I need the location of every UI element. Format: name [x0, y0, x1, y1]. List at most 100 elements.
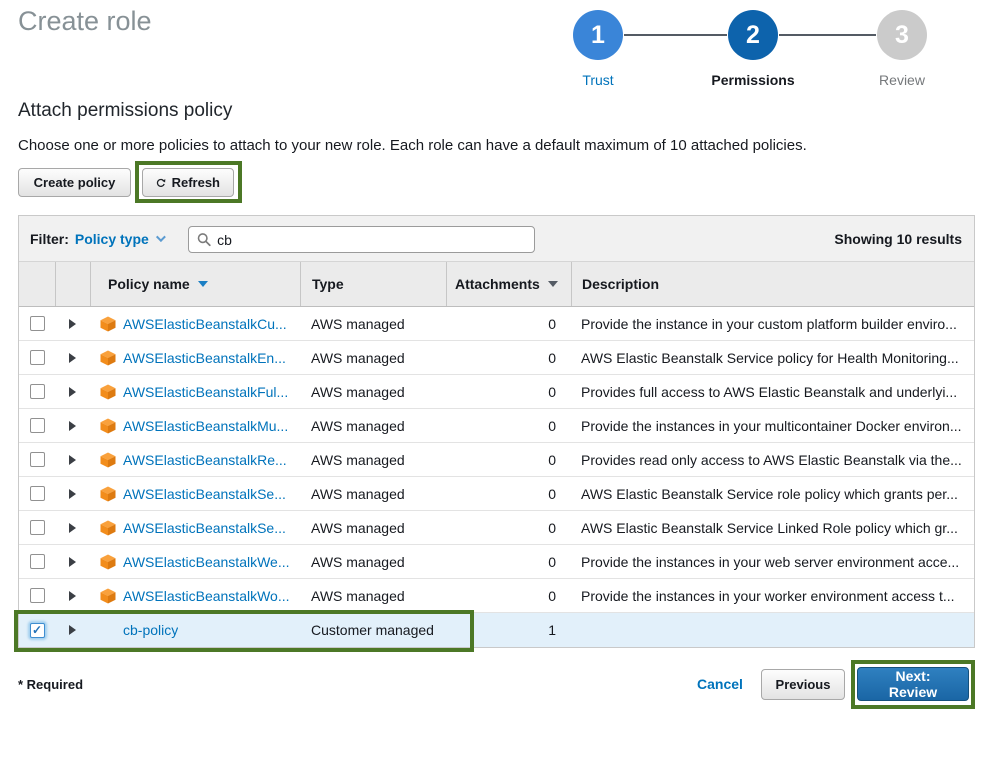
row-checkbox[interactable] [30, 452, 45, 467]
policy-name-link[interactable]: AWSElasticBeanstalkMu... [123, 418, 288, 434]
policy-name-link[interactable]: AWSElasticBeanstalkSe... [123, 520, 286, 536]
table-row[interactable]: cb-policy Customer managed 1 [19, 613, 974, 647]
column-label: Description [582, 276, 659, 292]
row-checkbox[interactable] [30, 623, 45, 638]
policy-description: AWS Elastic Beanstalk Service policy for… [571, 341, 974, 374]
policy-name-link[interactable]: AWSElasticBeanstalkWo... [123, 588, 290, 604]
step-number: 2 [746, 21, 760, 50]
table-row[interactable]: AWSElasticBeanstalkWo... AWS managed 0 P… [19, 579, 974, 613]
refresh-label: Refresh [172, 175, 220, 190]
expand-arrow-icon[interactable] [69, 591, 76, 601]
expand-arrow-icon[interactable] [69, 489, 76, 499]
policy-name-link[interactable]: AWSElasticBeanstalkSe... [123, 486, 286, 502]
policy-type: AWS managed [300, 307, 446, 340]
expand-arrow-icon[interactable] [69, 353, 76, 363]
expand-arrow-icon[interactable] [69, 523, 76, 533]
table-body: AWSElasticBeanstalkCu... AWS managed 0 P… [19, 307, 974, 647]
sort-down-icon [198, 281, 208, 287]
row-checkbox[interactable] [30, 486, 45, 501]
page-title: Create role [18, 6, 152, 37]
table-row[interactable]: AWSElasticBeanstalkFul... AWS managed 0 … [19, 375, 974, 409]
policy-type: Customer managed [300, 613, 446, 647]
attachments-count: 0 [446, 579, 571, 612]
row-checkbox[interactable] [30, 588, 45, 603]
step-label-permissions: Permissions [711, 72, 794, 88]
search-input[interactable] [217, 232, 526, 248]
row-checkbox[interactable] [30, 520, 45, 535]
policy-type: AWS managed [300, 375, 446, 408]
policy-cube-icon [100, 452, 116, 468]
column-header-attachments[interactable]: Attachments [446, 262, 571, 306]
sort-down-icon [548, 281, 558, 287]
policy-name-link[interactable]: AWSElasticBeanstalkFul... [123, 384, 288, 400]
policy-type: AWS managed [300, 579, 446, 612]
attachments-count: 0 [446, 511, 571, 544]
policy-name-link[interactable]: AWSElasticBeanstalkCu... [123, 316, 287, 332]
policy-cube-icon [100, 486, 116, 502]
expand-arrow-icon[interactable] [69, 625, 76, 635]
policy-description: Provides full access to AWS Elastic Bean… [571, 375, 974, 408]
row-checkbox[interactable] [30, 554, 45, 569]
attachments-count: 1 [446, 613, 571, 647]
policy-description [571, 613, 974, 647]
table-row[interactable]: AWSElasticBeanstalkCu... AWS managed 0 P… [19, 307, 974, 341]
next-review-button[interactable]: Next: Review [857, 667, 969, 701]
table-row[interactable]: AWSElasticBeanstalkEn... AWS managed 0 A… [19, 341, 974, 375]
step-label-review: Review [879, 72, 925, 88]
column-header-type: Type [300, 262, 446, 306]
table-row[interactable]: AWSElasticBeanstalkSe... AWS managed 0 A… [19, 477, 974, 511]
policy-name-link[interactable]: AWSElasticBeanstalkEn... [123, 350, 286, 366]
policy-table: Filter: Policy type Showing 10 results P… [18, 215, 975, 648]
step-number: 1 [591, 21, 605, 50]
attachments-count: 0 [446, 443, 571, 476]
expand-arrow-icon[interactable] [69, 319, 76, 329]
column-label: Type [312, 276, 344, 292]
refresh-button[interactable]: Refresh [142, 168, 234, 197]
attachments-count: 0 [446, 545, 571, 578]
policy-name-link[interactable]: AWSElasticBeanstalkRe... [123, 452, 287, 468]
policy-type: AWS managed [300, 511, 446, 544]
wizard-connector-line [779, 34, 876, 36]
previous-button[interactable]: Previous [761, 669, 845, 700]
attachments-count: 0 [446, 307, 571, 340]
step-number: 3 [895, 21, 909, 50]
policy-description: Provide the instances in your multiconta… [571, 409, 974, 442]
expand-arrow-icon[interactable] [69, 421, 76, 431]
row-checkbox[interactable] [30, 384, 45, 399]
policy-description: Provides read only access to AWS Elastic… [571, 443, 974, 476]
cancel-link[interactable]: Cancel [697, 676, 743, 692]
wizard-connector-line [624, 34, 727, 36]
refresh-icon [156, 176, 166, 190]
policy-type: AWS managed [300, 545, 446, 578]
attachments-count: 0 [446, 341, 571, 374]
expand-arrow-icon[interactable] [69, 455, 76, 465]
chevron-down-icon [156, 232, 166, 242]
filter-label: Filter: [30, 231, 69, 247]
row-checkbox[interactable] [30, 350, 45, 365]
header-expand-cell [55, 262, 90, 306]
column-label: Policy name [108, 276, 190, 292]
previous-label: Previous [776, 677, 831, 692]
column-header-policy-name[interactable]: Policy name [90, 262, 300, 306]
table-row[interactable]: AWSElasticBeanstalkWe... AWS managed 0 P… [19, 545, 974, 579]
policy-description: AWS Elastic Beanstalk Service role polic… [571, 477, 974, 510]
search-box[interactable] [188, 226, 535, 253]
next-review-label: Next: Review [871, 668, 955, 700]
expand-arrow-icon[interactable] [69, 387, 76, 397]
policy-description: Provide the instances in your worker env… [571, 579, 974, 612]
policy-cube-icon [100, 520, 116, 536]
row-checkbox[interactable] [30, 418, 45, 433]
policy-name-link[interactable]: AWSElasticBeanstalkWe... [123, 554, 290, 570]
create-policy-button[interactable]: Create policy [18, 168, 131, 197]
table-row[interactable]: AWSElasticBeanstalkSe... AWS managed 0 A… [19, 511, 974, 545]
attachments-count: 0 [446, 375, 571, 408]
policy-type: AWS managed [300, 341, 446, 374]
table-row[interactable]: AWSElasticBeanstalkMu... AWS managed 0 P… [19, 409, 974, 443]
policy-type: AWS managed [300, 477, 446, 510]
step-label-trust: Trust [582, 72, 613, 88]
expand-arrow-icon[interactable] [69, 557, 76, 567]
policy-name-link[interactable]: cb-policy [123, 622, 178, 638]
row-checkbox[interactable] [30, 316, 45, 331]
filter-type-dropdown[interactable]: Policy type [75, 231, 163, 247]
table-row[interactable]: AWSElasticBeanstalkRe... AWS managed 0 P… [19, 443, 974, 477]
